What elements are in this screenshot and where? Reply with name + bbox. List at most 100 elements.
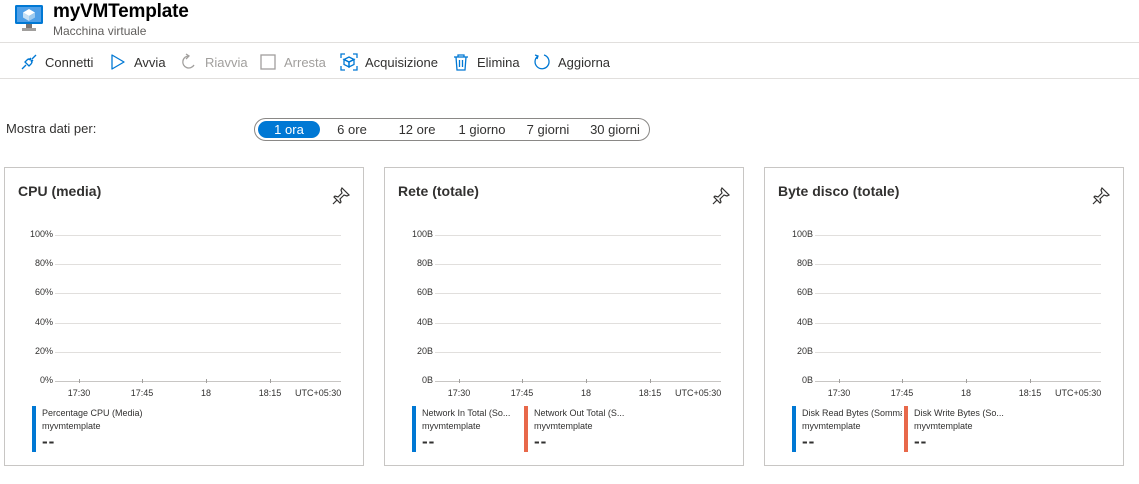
restart-label: Riavvia bbox=[205, 54, 248, 70]
x-tick-label: 18 bbox=[960, 388, 971, 398]
legend-item[interactable]: Network Out Total (S... myvmtemplate -- bbox=[524, 406, 632, 452]
x-tick-label: 17:30 bbox=[447, 388, 471, 398]
legend-resource-name: myvmtemplate bbox=[422, 421, 481, 431]
legend-item[interactable]: Network In Total (So... myvmtemplate -- bbox=[412, 406, 520, 452]
restart-icon bbox=[180, 53, 198, 71]
legend-item[interactable]: Disk Write Bytes (So... myvmtemplate -- bbox=[904, 406, 1012, 452]
disk-chart-card[interactable]: Byte disco (totale) 100B 80B 60B 40B 20B 0B 17… bbox=[764, 167, 1124, 466]
restart-button[interactable]: Riavvia bbox=[180, 51, 248, 73]
y-tick-label: 40% bbox=[34, 316, 53, 327]
x-tick-mark bbox=[142, 379, 143, 383]
y-tick-label: 20B bbox=[796, 345, 813, 356]
legend-color-bar bbox=[904, 406, 908, 452]
y-tick-label: 40B bbox=[796, 316, 813, 327]
legend-color-bar bbox=[792, 406, 796, 452]
refresh-label: Aggiorna bbox=[558, 54, 611, 70]
y-tick-label: 80B bbox=[796, 258, 813, 269]
legend-item[interactable]: Disk Read Bytes (Somma) myvmtemplate -- bbox=[792, 406, 902, 452]
grid-line bbox=[55, 264, 341, 266]
y-tick-label: 80B bbox=[416, 258, 433, 269]
legend-metric-name: Network Out Total (S... bbox=[534, 408, 625, 418]
legend-item[interactable]: Percentage CPU (Media) myvmtemplate -- bbox=[32, 406, 142, 452]
grid-line bbox=[55, 322, 341, 324]
grid-line bbox=[815, 264, 1101, 266]
capture-label: Acquisizione bbox=[365, 54, 438, 70]
y-tick-label: 100B bbox=[791, 229, 813, 239]
delete-button[interactable]: Elimina bbox=[452, 51, 520, 73]
x-axis-line bbox=[55, 381, 341, 382]
x-tick-mark bbox=[650, 379, 651, 383]
x-tick-mark bbox=[966, 379, 967, 383]
chart-title: CPU (media) bbox=[18, 183, 102, 199]
x-axis-line bbox=[435, 381, 721, 382]
x-tick-label: 17:30 bbox=[67, 388, 91, 398]
chart-title: Rete (totale) bbox=[398, 183, 479, 199]
y-tick-label: 100% bbox=[29, 229, 53, 239]
range-option-30d[interactable]: 30 giorni bbox=[583, 121, 647, 138]
timezone-label: UTC+05:30 bbox=[675, 388, 722, 398]
legend-metric-value: -- bbox=[534, 432, 548, 451]
cpu-chart-card[interactable]: CPU (media) 100% 80% 60% 40% 20% 0% 17:30 17:45… bbox=[4, 167, 364, 466]
x-tick-mark bbox=[1030, 379, 1031, 383]
grid-line bbox=[55, 351, 341, 353]
y-tick-label: 60% bbox=[34, 287, 53, 298]
refresh-button[interactable]: Aggiorna bbox=[533, 51, 610, 73]
grid-line bbox=[435, 264, 721, 266]
legend-metric-name: Network In Total (So... bbox=[422, 408, 511, 418]
grid-line bbox=[55, 293, 341, 295]
legend-resource-name: myvmtemplate bbox=[534, 421, 593, 431]
x-tick-mark bbox=[839, 379, 840, 383]
x-tick-mark bbox=[270, 379, 271, 383]
x-tick-mark bbox=[79, 379, 80, 383]
y-tick-label: 40B bbox=[416, 316, 433, 327]
legend-metric-value: -- bbox=[914, 432, 928, 451]
play-icon bbox=[109, 53, 127, 71]
y-tick-label: 20% bbox=[34, 345, 53, 356]
range-option-1h[interactable]: 1 ora bbox=[258, 121, 320, 138]
grid-line bbox=[815, 235, 1101, 236]
y-tick-label: 80% bbox=[34, 258, 53, 269]
start-button[interactable]: Avvia bbox=[109, 51, 166, 73]
y-tick-label: 0B bbox=[421, 375, 433, 385]
grid-line bbox=[815, 351, 1101, 353]
range-option-7d[interactable]: 7 giorni bbox=[519, 121, 577, 138]
network-chart-card[interactable]: Rete (totale) 100B 80B 60B 40B 20B 0B 17:30 17:… bbox=[384, 167, 744, 466]
pin-icon[interactable] bbox=[1091, 186, 1111, 206]
virtual-machine-icon bbox=[14, 4, 44, 32]
stop-icon bbox=[259, 53, 277, 71]
y-tick-label: 100B bbox=[411, 229, 433, 239]
x-tick-label: 18:15 bbox=[258, 388, 282, 398]
stop-button[interactable]: Arresta bbox=[259, 51, 326, 73]
page-title: myVMTemplate bbox=[53, 1, 189, 22]
time-range-label: Mostra dati per: bbox=[6, 121, 97, 136]
pin-icon[interactable] bbox=[331, 186, 351, 206]
x-tick-label: 17:45 bbox=[130, 388, 154, 398]
grid-line bbox=[435, 235, 721, 236]
grid-line bbox=[435, 293, 721, 295]
blade-header: myVMTemplate Macchina virtuale bbox=[0, 0, 1139, 42]
y-tick-label: 60B bbox=[796, 287, 813, 298]
pin-icon[interactable] bbox=[711, 186, 731, 206]
connect-button[interactable]: Connetti bbox=[20, 51, 93, 73]
x-axis-line bbox=[815, 381, 1101, 382]
y-tick-label: 60B bbox=[416, 287, 433, 298]
range-option-6h[interactable]: 6 ore bbox=[325, 121, 379, 138]
x-tick-mark bbox=[902, 379, 903, 383]
x-tick-mark bbox=[522, 379, 523, 383]
x-tick-label: 17:45 bbox=[510, 388, 534, 398]
grid-line bbox=[55, 235, 341, 236]
legend-metric-value: -- bbox=[422, 432, 436, 451]
page-subtitle: Macchina virtuale bbox=[53, 24, 147, 38]
capture-button[interactable]: Acquisizione bbox=[340, 51, 438, 73]
chart-title: Byte disco (totale) bbox=[778, 183, 900, 199]
x-tick-label: 18:15 bbox=[1018, 388, 1042, 398]
legend-resource-name: myvmtemplate bbox=[42, 421, 101, 431]
delete-label: Elimina bbox=[477, 54, 520, 70]
range-option-1d[interactable]: 1 giorno bbox=[451, 121, 513, 138]
range-option-12h[interactable]: 12 ore bbox=[390, 121, 444, 138]
legend-metric-name: Percentage CPU (Media) bbox=[42, 408, 142, 418]
time-range-selector: 1 ora 6 ore 12 ore 1 giorno 7 giorni 30 … bbox=[254, 118, 650, 141]
grid-line bbox=[435, 351, 721, 353]
grid-line bbox=[815, 322, 1101, 324]
refresh-icon bbox=[533, 53, 551, 71]
